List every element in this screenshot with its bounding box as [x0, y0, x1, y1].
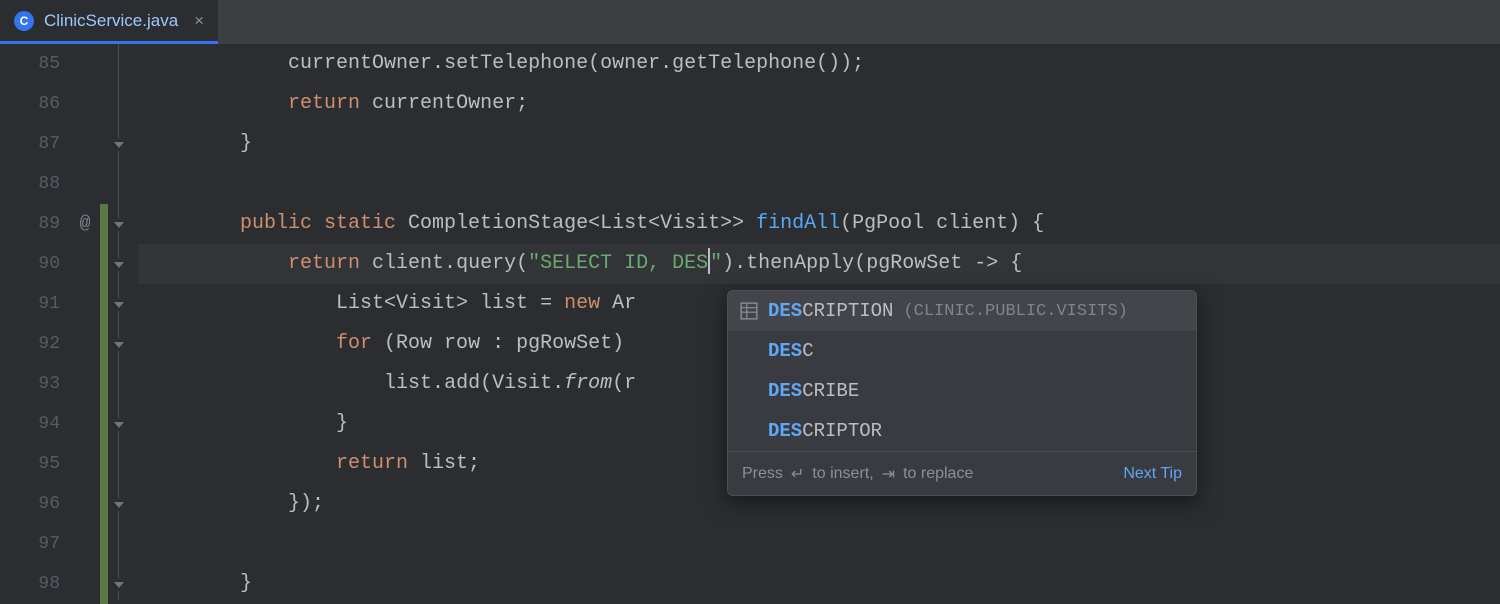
code-line[interactable]	[144, 164, 1500, 204]
gutter-annotation	[70, 364, 100, 404]
gutter-annotation	[70, 44, 100, 84]
autocomplete-item-label: DESCRIPTOR	[768, 420, 882, 442]
line-number: 85	[0, 44, 60, 84]
fold-toggle-icon[interactable]	[112, 498, 125, 511]
hint-text: Press	[742, 465, 783, 483]
line-number-gutter: 8586878889909192939495969798	[0, 44, 70, 600]
line-number: 91	[0, 284, 60, 324]
close-icon[interactable]: ×	[194, 11, 204, 31]
autocomplete-list: DESCRIPTION (CLINIC.PUBLIC.VISITS) DESC DE…	[728, 291, 1196, 451]
line-number: 87	[0, 124, 60, 164]
line-number: 98	[0, 564, 60, 604]
hint-text: to insert,	[812, 465, 873, 483]
autocomplete-item[interactable]: DESCRIPTION (CLINIC.PUBLIC.VISITS)	[728, 291, 1196, 331]
editor-tab[interactable]: C ClinicService.java ×	[0, 0, 218, 44]
code-line[interactable]: }	[144, 124, 1500, 164]
gutter-annotation	[70, 164, 100, 204]
autocomplete-item-context: (CLINIC.PUBLIC.VISITS)	[903, 302, 1127, 321]
fold-toggle-icon[interactable]	[112, 418, 125, 431]
column-icon	[740, 302, 758, 320]
hint-text: to replace	[903, 465, 973, 483]
empty-icon	[740, 422, 758, 440]
autocomplete-item[interactable]: DESCRIBE	[728, 371, 1196, 411]
gutter-annotation	[70, 124, 100, 164]
gutter-annotation	[70, 284, 100, 324]
autocomplete-hint: Press ↵ to insert, ⇥ to replace Next Tip	[728, 451, 1196, 495]
code-line[interactable]: return client.query("SELECT ID, DES").th…	[144, 244, 1500, 284]
next-tip-link[interactable]: Next Tip	[1123, 465, 1182, 483]
gutter-annotation	[70, 484, 100, 524]
gutter-annotation	[70, 84, 100, 124]
annotation-gutter: @	[70, 44, 100, 600]
enter-key-icon: ↵	[791, 464, 804, 484]
line-number: 86	[0, 84, 60, 124]
fold-gutter	[108, 44, 138, 600]
line-number: 92	[0, 324, 60, 364]
gutter-annotation: @	[70, 204, 100, 244]
tab-bar: C ClinicService.java ×	[0, 0, 1500, 44]
fold-toggle-icon[interactable]	[112, 258, 125, 271]
empty-icon	[740, 342, 758, 360]
code-line[interactable]	[144, 524, 1500, 564]
autocomplete-popup: DESCRIPTION (CLINIC.PUBLIC.VISITS) DESC DE…	[727, 290, 1197, 496]
autocomplete-item-label: DESC	[768, 340, 814, 362]
autocomplete-item-label: DESCRIPTION	[768, 300, 893, 322]
line-number: 95	[0, 444, 60, 484]
gutter-annotation	[70, 324, 100, 364]
code-line[interactable]: public static CompletionStage<List<Visit…	[144, 204, 1500, 244]
line-number: 88	[0, 164, 60, 204]
code-line[interactable]: }	[144, 564, 1500, 604]
gutter-annotation	[70, 564, 100, 604]
gutter-annotation	[70, 524, 100, 564]
tab-key-icon: ⇥	[882, 464, 895, 484]
autocomplete-item-label: DESCRIBE	[768, 380, 859, 402]
autocomplete-item[interactable]: DESC	[728, 331, 1196, 371]
line-number: 96	[0, 484, 60, 524]
empty-icon	[740, 382, 758, 400]
fold-toggle-icon[interactable]	[112, 218, 125, 231]
gutter-annotation	[70, 244, 100, 284]
change-marker	[100, 204, 108, 604]
fold-toggle-icon[interactable]	[112, 578, 125, 591]
java-class-icon: C	[14, 11, 34, 31]
line-number: 94	[0, 404, 60, 444]
code-line[interactable]: currentOwner.setTelephone(owner.getTelep…	[144, 44, 1500, 84]
fold-toggle-icon[interactable]	[112, 298, 125, 311]
code-line[interactable]: return currentOwner;	[144, 84, 1500, 124]
autocomplete-item[interactable]: DESCRIPTOR	[728, 411, 1196, 451]
gutter-annotation	[70, 404, 100, 444]
gutter-annotation	[70, 444, 100, 484]
tab-label: ClinicService.java	[44, 11, 178, 31]
fold-toggle-icon[interactable]	[112, 338, 125, 351]
line-number: 89	[0, 204, 60, 244]
line-number: 97	[0, 524, 60, 564]
change-marker-strip	[100, 44, 108, 600]
line-number: 93	[0, 364, 60, 404]
fold-toggle-icon[interactable]	[112, 138, 125, 151]
line-number: 90	[0, 244, 60, 284]
